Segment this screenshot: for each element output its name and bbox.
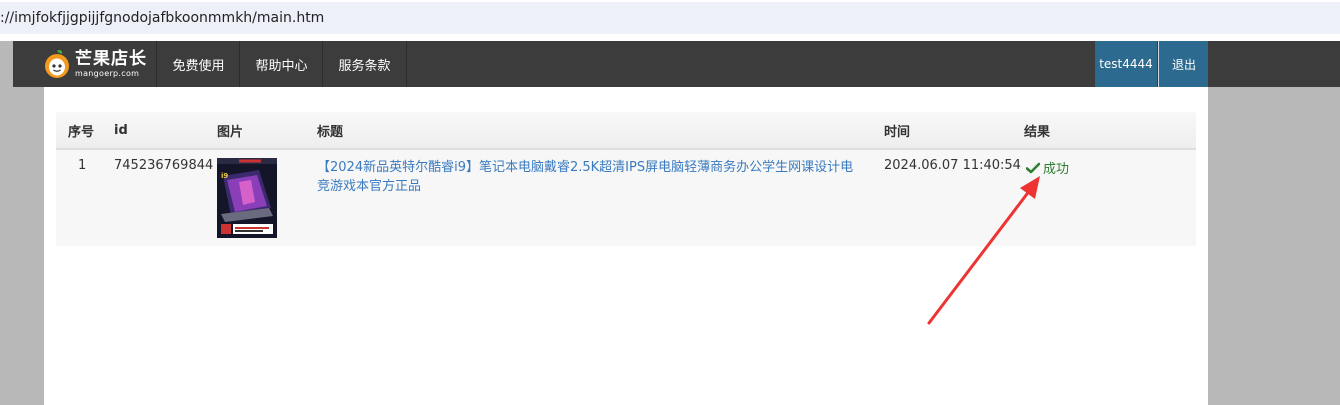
brand-logo[interactable]: 芒果店长 mangoerp.com <box>43 41 157 87</box>
result-status: 成功 <box>1026 158 1069 177</box>
brand-subtitle: mangoerp.com <box>75 68 140 78</box>
username: test4444 <box>1099 57 1153 71</box>
mango-logo-icon <box>43 49 71 79</box>
nav-item-help-center[interactable]: 帮助中心 <box>239 41 323 87</box>
results-table: 序号 id 图片 标题 时间 结果 1 745236769844 i9 【202… <box>56 112 1196 246</box>
check-icon <box>1026 162 1040 174</box>
nav-item-label: 帮助中心 <box>255 58 308 74</box>
user-account-button[interactable]: test4444 <box>1095 41 1157 87</box>
result-text: 成功 <box>1043 162 1070 177</box>
header-time: 时间 <box>884 124 911 140</box>
row-time: 2024.06.07 11:40:54 <box>884 158 1021 173</box>
nav-item-label: 服务条款 <box>338 58 391 74</box>
svg-text:i9: i9 <box>221 172 228 180</box>
url-field[interactable]: ://imjfokfjjgpijjfgnodojafbkoonmmkh/main… <box>0 2 1340 34</box>
url-text: ://imjfokfjjgpijjfgnodojafbkoonmmkh/main… <box>0 10 325 26</box>
header-id: id <box>114 122 128 138</box>
header-image: 图片 <box>217 124 244 140</box>
header-result: 结果 <box>1024 124 1051 140</box>
nav-item-label: 免费使用 <box>172 58 225 74</box>
table-row: 1 745236769844 i9 【2024新品英特尔酷睿i9】笔记本电脑戴睿… <box>56 150 1196 246</box>
top-navbar: 芒果店长 mangoerp.com 免费使用 帮助中心 服务条款 test444… <box>13 41 1209 87</box>
product-title-link[interactable]: 【2024新品英特尔酷睿i9】笔记本电脑戴睿2.5K超清IPS屏电脑轻薄商务办公… <box>317 158 865 196</box>
logout-label: 退出 <box>1171 57 1196 72</box>
header-index: 序号 <box>68 124 95 140</box>
navbar-extension <box>1208 41 1340 87</box>
nav-item-free-use[interactable]: 免费使用 <box>156 41 240 87</box>
main-content: 序号 id 图片 标题 时间 结果 1 745236769844 i9 【202… <box>44 87 1208 405</box>
table-header: 序号 id 图片 标题 时间 结果 <box>56 112 1196 150</box>
header-title: 标题 <box>317 124 344 140</box>
nav-item-terms[interactable]: 服务条款 <box>322 41 407 87</box>
row-index: 1 <box>78 158 87 173</box>
brand-title: 芒果店长 <box>75 48 147 69</box>
logout-button[interactable]: 退出 <box>1158 41 1209 87</box>
product-thumbnail[interactable]: i9 <box>217 158 277 238</box>
browser-address-bar: ://imjfokfjjgpijjfgnodojafbkoonmmkh/main… <box>0 0 1340 36</box>
row-id: 745236769844 <box>114 158 214 173</box>
